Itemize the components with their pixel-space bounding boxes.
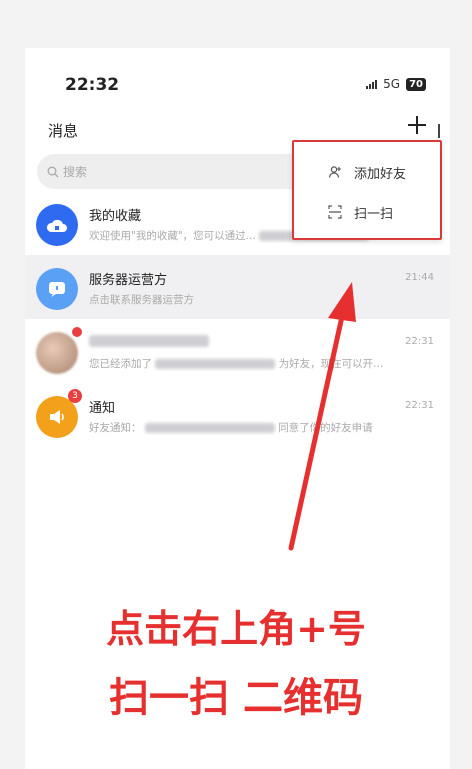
menu-item-label: 扫一扫 bbox=[354, 206, 394, 222]
menu-item-label: 添加好友 bbox=[354, 166, 407, 182]
speaker-icon bbox=[50, 410, 64, 424]
scan-icon bbox=[328, 205, 342, 219]
search-placeholder: 搜索 bbox=[63, 165, 88, 179]
avatar bbox=[36, 332, 78, 374]
annotation-line-1: 点击右上角+号 bbox=[106, 607, 366, 651]
popup-menu: 添加好友 扫一扫 bbox=[292, 140, 442, 240]
status-indicators: 5G 70 bbox=[366, 77, 426, 91]
conversation-time: 22:31 bbox=[405, 400, 434, 411]
conversation-time: 21:44 bbox=[405, 272, 434, 283]
avatar bbox=[36, 268, 78, 310]
conversation-row[interactable]: 3 通知 好友通知： 同意了你的好友申请 22:31 bbox=[25, 383, 450, 447]
network-label: 5G bbox=[383, 77, 401, 91]
status-bar: 22:32 5G 70 bbox=[25, 48, 450, 118]
status-time: 22:32 bbox=[65, 75, 120, 95]
add-friend-icon bbox=[328, 166, 341, 178]
conversation-preview: 点击联系服务器运营方 bbox=[89, 294, 194, 306]
conversation-row[interactable]: 服务器运营方 点击联系服务器运营方 21:44 bbox=[25, 255, 450, 319]
annotation-line-2: 扫一扫 二维码 bbox=[109, 675, 363, 721]
search-input[interactable]: 搜索 bbox=[37, 154, 317, 189]
conversation-name bbox=[89, 333, 209, 348]
unread-dot bbox=[72, 327, 82, 337]
avatar bbox=[36, 204, 78, 246]
plus-icon[interactable] bbox=[406, 114, 428, 140]
conversation-time: 22:31 bbox=[405, 336, 434, 347]
conversation-name: 通知 bbox=[89, 401, 116, 416]
edge-mark bbox=[438, 124, 440, 138]
conversation-row[interactable]: 您已经添加了 为好友，现在可以开... 22:31 bbox=[25, 319, 450, 383]
search-icon bbox=[47, 166, 59, 177]
cloud-icon bbox=[46, 219, 67, 232]
chat-icon bbox=[49, 282, 65, 297]
menu-item-add-friend[interactable]: 添加好友 bbox=[294, 152, 440, 192]
conversation-name: 我的收藏 bbox=[89, 209, 142, 224]
page-title: 消息 bbox=[48, 122, 79, 140]
menu-item-scan[interactable]: 扫一扫 bbox=[294, 192, 440, 232]
conversation-name: 服务器运营方 bbox=[89, 273, 168, 288]
conversation-preview: 好友通知： 同意了你的好友申请 bbox=[89, 422, 373, 434]
phone-screen: 22:32 5G 70 消息 搜索 我的收藏 欢迎使用"我的收藏"，您可以通过.… bbox=[25, 48, 450, 769]
conversation-preview: 您已经添加了 为好友，现在可以开... bbox=[89, 358, 384, 370]
unread-badge: 3 bbox=[68, 389, 82, 403]
battery-icon: 70 bbox=[406, 77, 426, 91]
signal-icon bbox=[366, 79, 378, 89]
